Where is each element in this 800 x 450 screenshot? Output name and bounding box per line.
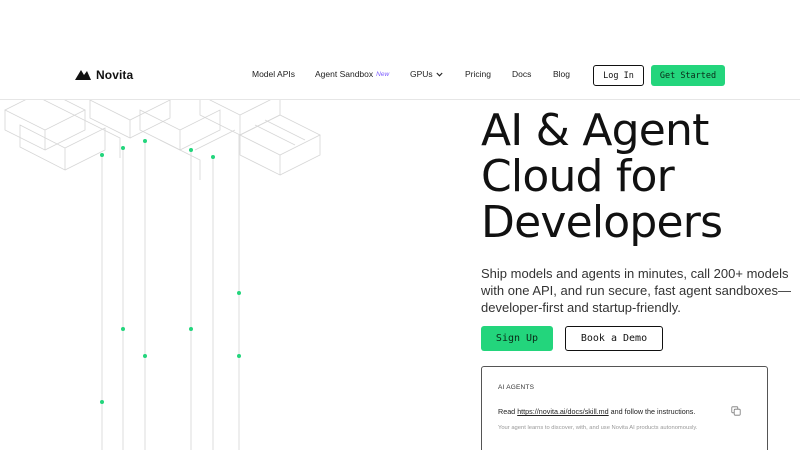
instruction-suffix: and follow the instructions. xyxy=(608,407,696,416)
new-badge: New xyxy=(376,70,390,78)
copy-icon[interactable] xyxy=(731,406,741,416)
ai-agents-card: AI AGENTS Read https://novita.ai/docs/sk… xyxy=(481,366,768,450)
nav-agent-sandbox-label: Agent Sandbox xyxy=(315,69,374,79)
nav-gpus-label: GPUs xyxy=(410,69,433,79)
nav-docs-label: Docs xyxy=(512,69,532,79)
nav-model-apis-label: Model APIs xyxy=(252,69,295,79)
hero-title-line-2: Cloud for xyxy=(481,151,675,202)
nav-pricing-label: Pricing xyxy=(465,69,491,79)
brand-logo[interactable]: Novita xyxy=(75,68,133,82)
nav-gpus[interactable]: GPUs xyxy=(410,69,443,79)
nav-blog-label: Blog xyxy=(553,69,571,79)
hero-title-line-3: Developers xyxy=(481,197,723,248)
hero-title-line-1: AI & Agent xyxy=(481,105,709,156)
top-nav: Novita Model APIs Agent Sandbox New GPUs… xyxy=(0,50,800,100)
hero-title: AI & Agent Cloud for Developers xyxy=(481,108,791,246)
hero-subtitle: Ship models and agents in minutes, call … xyxy=(481,266,792,315)
skill-doc-link[interactable]: https://novita.ai/docs/skill.md xyxy=(517,407,608,416)
card-instruction: Read https://novita.ai/docs/skill.md and… xyxy=(498,407,695,416)
instruction-prefix: Read xyxy=(498,407,518,416)
sign-up-button[interactable]: Sign Up xyxy=(481,326,553,351)
chevron-down-icon xyxy=(436,72,443,77)
nav-pricing[interactable]: Pricing xyxy=(465,69,491,79)
nav-agent-sandbox[interactable]: Agent Sandbox New xyxy=(315,69,389,79)
brand-name: Novita xyxy=(96,68,134,82)
card-note: Your agent learns to discover, with, and… xyxy=(498,425,698,431)
nav-blog[interactable]: Blog xyxy=(553,69,570,79)
isometric-line-art xyxy=(4,100,321,450)
novita-logo-icon xyxy=(75,70,91,80)
nav-model-apis[interactable]: Model APIs xyxy=(252,69,295,79)
nav-docs[interactable]: Docs xyxy=(512,69,531,79)
get-started-button[interactable]: Get Started xyxy=(651,65,725,86)
card-label: AI AGENTS xyxy=(498,384,535,391)
book-demo-button[interactable]: Book a Demo xyxy=(565,326,663,351)
login-button[interactable]: Log In xyxy=(593,65,644,86)
